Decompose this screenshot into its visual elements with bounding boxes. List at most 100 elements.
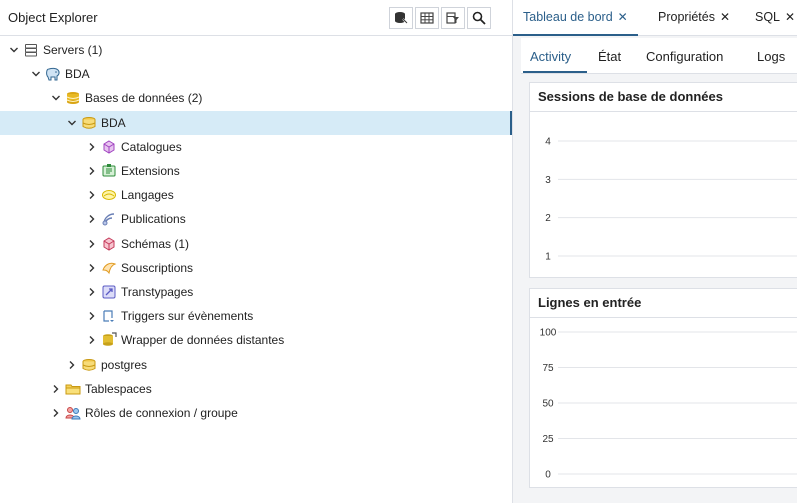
y-tick-label: 50	[542, 399, 554, 410]
view-data-icon	[420, 12, 434, 24]
fdw-icon	[101, 332, 117, 348]
active-tab-indicator	[513, 34, 638, 36]
tree-node[interactable]: Transtypages	[0, 280, 512, 304]
tree-node-label: Wrapper de données distantes	[121, 333, 285, 348]
tree-node[interactable]: BDA	[0, 62, 512, 86]
object-explorer-panel: Object Explorer Servers (1) BDA Bases de…	[0, 0, 512, 503]
search-button[interactable]	[467, 7, 491, 29]
sessions-chart: 4 3 2 1	[545, 137, 797, 263]
chevron-right-icon[interactable]	[86, 165, 98, 177]
rows-in-chart-card: Lignes en entrée 100 75 50 25 0	[529, 288, 797, 488]
dashboard-panel: Tableau de bord ✕ Propriétés ✕ SQL ✕ Activi…	[513, 0, 797, 503]
chevron-right-icon[interactable]	[50, 407, 62, 419]
tablespace-icon	[65, 381, 81, 397]
query-tool-button[interactable]	[389, 7, 413, 29]
tree-node-label: BDA	[101, 115, 126, 130]
tree-node-label: Catalogues	[121, 139, 182, 154]
tree-node[interactable]: postgres	[0, 353, 512, 377]
close-icon[interactable]: ✕	[720, 10, 730, 24]
tab-dashboard-label: Tableau de bord	[523, 10, 613, 24]
tree-node[interactable]: Servers (1)	[0, 38, 512, 62]
tree-node[interactable]: Triggers sur évènements	[0, 304, 512, 328]
tab-properties[interactable]: Propriétés ✕	[658, 10, 730, 24]
chevron-right-icon[interactable]	[86, 238, 98, 250]
tree-node-label: Rôles de connexion / groupe	[85, 406, 238, 420]
y-tick-label: 2	[545, 213, 551, 224]
tab-sql-label: SQL	[755, 10, 781, 24]
tree-node[interactable]: BDA	[0, 110, 512, 135]
tree-node-label: Bases de données (2)	[85, 91, 203, 106]
tree-node[interactable]: Rôles de connexion / groupe	[0, 401, 512, 425]
object-explorer-header: Object Explorer	[0, 0, 512, 36]
tree-node[interactable]: Schémas (1)	[0, 232, 512, 256]
tree-node[interactable]: Bases de données (2)	[0, 86, 512, 110]
filtered-rows-button[interactable]	[441, 7, 465, 29]
tree-node[interactable]: Tablespaces	[0, 377, 512, 401]
tree-node[interactable]: Souscriptions	[0, 256, 512, 280]
view-data-button[interactable]	[415, 7, 439, 29]
subscription-icon	[101, 260, 117, 276]
tree-node-label: postgres	[101, 357, 148, 372]
catalog-icon	[101, 139, 117, 155]
close-icon[interactable]: ✕	[618, 10, 628, 24]
chevron-right-icon[interactable]	[86, 189, 98, 201]
chevron-down-icon[interactable]	[66, 117, 78, 129]
subtab-state[interactable]: État	[598, 49, 621, 64]
chevron-down-icon[interactable]	[30, 68, 42, 80]
schema-icon	[101, 236, 117, 252]
database-icon	[81, 357, 97, 373]
chevron-down-icon[interactable]	[8, 44, 20, 56]
filtered-rows-icon	[446, 12, 459, 24]
rows-in-chart-title: Lignes en entrée	[538, 295, 642, 310]
database-icon	[81, 115, 97, 131]
object-explorer-title: Object Explorer	[8, 10, 98, 25]
subtab-logs[interactable]: Logs	[757, 49, 785, 64]
chevron-right-icon[interactable]	[86, 262, 98, 274]
active-subtab-indicator	[523, 71, 587, 73]
tree-node[interactable]: Langages	[0, 183, 512, 207]
y-tick-label: 25	[542, 434, 554, 445]
tree-node-label: Souscriptions	[121, 260, 194, 275]
tree-node-label: BDA	[65, 67, 90, 82]
subtab-configuration[interactable]: Configuration	[646, 49, 723, 64]
panel-tab-bar: Tableau de bord ✕ Propriétés ✕ SQL ✕	[513, 0, 797, 36]
tree-node-label: Tablespaces	[85, 381, 152, 396]
chevron-right-icon[interactable]	[86, 310, 98, 322]
tree-node[interactable]: Publications	[0, 207, 512, 231]
chevron-right-icon[interactable]	[86, 286, 98, 298]
y-tick-label: 100	[540, 328, 557, 339]
sessions-chart-card: Sessions de base de données 4 3 2 1	[529, 82, 797, 278]
chevron-down-icon[interactable]	[50, 92, 62, 104]
tree-node-label: Servers (1)	[43, 43, 103, 57]
tree-node[interactable]: Extensions	[0, 159, 512, 183]
chevron-right-icon[interactable]	[86, 334, 98, 346]
tree-node-label: Triggers sur évènements	[121, 309, 254, 324]
event-trigger-icon	[101, 308, 117, 324]
tab-dashboard[interactable]: Tableau de bord ✕	[523, 10, 628, 24]
extension-icon	[101, 163, 117, 179]
chevron-right-icon[interactable]	[86, 213, 98, 225]
language-icon	[101, 187, 117, 203]
tab-properties-label: Propriétés	[658, 10, 715, 24]
databases-icon	[65, 90, 81, 106]
tree-node[interactable]: Wrapper de données distantes	[0, 328, 512, 352]
tree-node[interactable]: Catalogues	[0, 135, 512, 159]
query-tool-icon	[395, 12, 408, 24]
y-tick-label: 1	[545, 252, 551, 263]
rows-in-chart: 100 75 50 25 0	[540, 328, 797, 481]
publication-icon	[101, 211, 117, 227]
chevron-right-icon[interactable]	[50, 383, 62, 395]
chevron-right-icon[interactable]	[66, 359, 78, 371]
y-tick-label: 0	[545, 470, 551, 481]
y-tick-label: 3	[545, 175, 551, 186]
tree-node-label: Langages	[121, 188, 174, 203]
close-icon[interactable]: ✕	[785, 10, 795, 24]
subtab-activity[interactable]: Activity	[530, 49, 571, 64]
chevron-right-icon[interactable]	[86, 141, 98, 153]
y-tick-label: 4	[545, 137, 551, 148]
tree-node-label: Extensions	[121, 164, 180, 178]
servers-icon	[23, 42, 39, 58]
tab-sql[interactable]: SQL ✕	[755, 10, 795, 24]
dashboard-sub-tabs: Activity État Configuration Logs	[521, 38, 797, 74]
elephant-icon	[45, 66, 61, 82]
